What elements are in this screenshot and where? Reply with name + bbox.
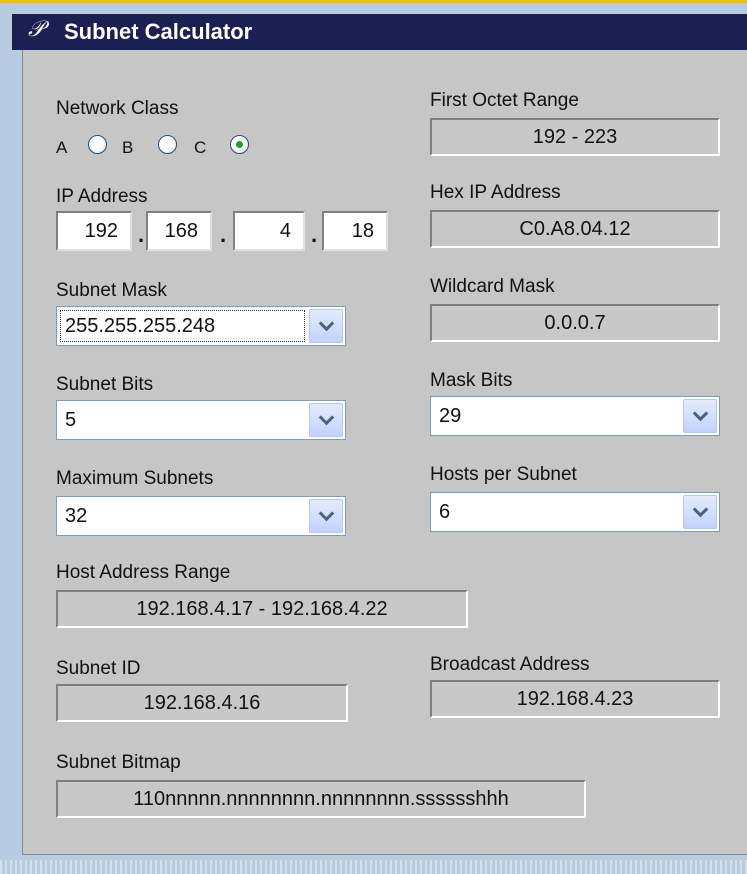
hosts-per-subnet-select[interactable]: 6: [430, 492, 720, 532]
maximum-subnets-label: Maximum Subnets: [56, 468, 214, 489]
subnet-bits-select[interactable]: 5: [56, 400, 346, 440]
subnet-mask-value: 255.255.255.248: [65, 315, 216, 337]
radio-class-c[interactable]: [230, 135, 249, 154]
script-p-icon: 𝒫: [28, 17, 44, 42]
maximum-subnets-select[interactable]: 32: [56, 496, 346, 536]
hosts-per-subnet-label: Hosts per Subnet: [430, 464, 577, 485]
radio-class-a[interactable]: [88, 135, 107, 154]
subnet-mask-select[interactable]: 255.255.255.248: [56, 306, 346, 346]
mask-bits-label: Mask Bits: [430, 370, 513, 391]
radio-label-c: C: [194, 138, 207, 157]
mask-bits-select[interactable]: 29: [430, 396, 720, 436]
hex-ip-address-value: C0.A8.04.12: [430, 210, 720, 248]
subnet-mask-label: Subnet Mask: [56, 280, 167, 301]
ip-octet-3-input[interactable]: 4: [233, 211, 305, 251]
broadcast-address-value: 192.168.4.23: [430, 680, 720, 718]
maximum-subnets-dropdown-button[interactable]: [309, 499, 343, 533]
chevron-down-icon: [318, 505, 335, 522]
subnet-bits-label: Subnet Bits: [56, 374, 154, 395]
first-octet-range-value: 192 - 223: [430, 118, 720, 156]
ip-octet-2-input[interactable]: 168: [146, 211, 212, 251]
ip-address-label: IP Address: [56, 186, 148, 207]
chevron-down-icon: [692, 405, 709, 422]
radio-selected-dot: [236, 141, 243, 148]
host-address-range-label: Host Address Range: [56, 562, 231, 583]
subnet-mask-dropdown-button[interactable]: [309, 309, 343, 343]
network-class-label: Network Class: [56, 98, 179, 119]
chevron-down-icon: [318, 315, 335, 332]
broadcast-address-label: Broadcast Address: [430, 654, 590, 675]
chevron-down-icon: [692, 501, 709, 518]
ip-octet-1-input[interactable]: 192: [56, 211, 132, 251]
first-octet-range-label: First Octet Range: [430, 90, 579, 111]
ip-dot-2: .: [220, 222, 227, 247]
host-address-range-value: 192.168.4.17 - 192.168.4.22: [56, 590, 468, 628]
chevron-down-icon: [318, 409, 335, 426]
ip-dot-3: .: [311, 222, 318, 247]
subnet-bits-value: 5: [65, 409, 77, 431]
subnet-bitmap-value: 110nnnnn.nnnnnnnn.nnnnnnnn.sssssshhh: [56, 780, 586, 818]
subnet-bitmap-label: Subnet Bitmap: [56, 752, 181, 773]
wildcard-mask-value: 0.0.0.7: [430, 304, 720, 342]
maximum-subnets-value: 32: [65, 505, 88, 527]
hex-ip-address-label: Hex IP Address: [430, 182, 561, 203]
radio-label-b: B: [122, 138, 134, 157]
mask-bits-dropdown-button[interactable]: [683, 399, 717, 433]
subnet-id-value: 192.168.4.16: [56, 684, 348, 722]
window-title: Subnet Calculator: [64, 19, 253, 44]
radio-label-a: A: [56, 138, 68, 157]
hosts-per-subnet-dropdown-button[interactable]: [683, 495, 717, 529]
ip-octet-4-input[interactable]: 18: [322, 211, 388, 251]
subnet-bits-dropdown-button[interactable]: [309, 403, 343, 437]
mask-bits-value: 29: [439, 405, 462, 427]
ip-dot-1: .: [138, 222, 145, 247]
radio-class-b[interactable]: [158, 135, 177, 154]
hosts-per-subnet-value: 6: [439, 501, 451, 523]
wildcard-mask-label: Wildcard Mask: [430, 276, 555, 297]
title-bar: 𝒫 Subnet Calculator: [12, 14, 747, 50]
subnet-id-label: Subnet ID: [56, 658, 141, 679]
